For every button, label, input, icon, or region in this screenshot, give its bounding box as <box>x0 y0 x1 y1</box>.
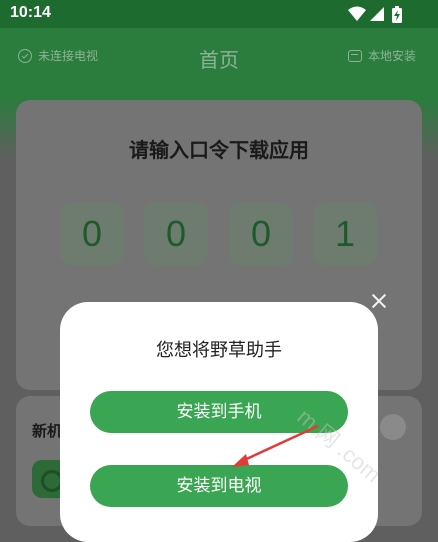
annotation-arrow <box>232 424 319 467</box>
